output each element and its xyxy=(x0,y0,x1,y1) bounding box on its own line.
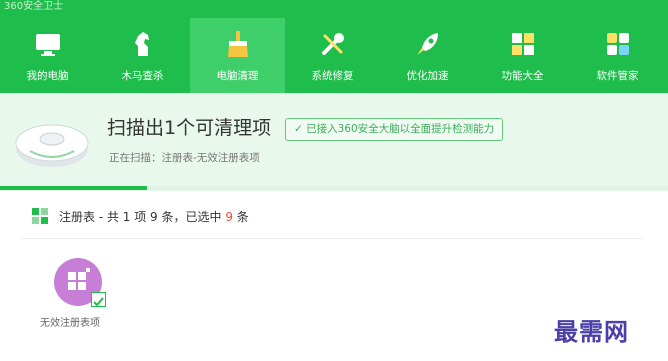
brain-badge[interactable]: ✓ 已接入360安全大脑以全面提升检测能力 xyxy=(285,118,504,141)
nav-software-manager[interactable]: 软件管家 xyxy=(570,18,665,93)
nav-label: 我的电脑 xyxy=(26,70,69,82)
summary-text: 注册表 - 共 1 项 9 条，已选中 9 条 xyxy=(59,208,249,225)
horse-icon xyxy=(134,32,149,56)
nav-trojan-scan[interactable]: 木马查杀 xyxy=(95,18,190,93)
nav-features[interactable]: 功能大全 xyxy=(475,18,570,93)
rocket-icon xyxy=(416,33,438,55)
watermark: 最需网 xyxy=(554,317,629,346)
nav-label: 系统修复 xyxy=(311,70,354,82)
scan-progress-bar xyxy=(0,186,668,190)
broom-icon xyxy=(227,31,248,57)
registry-icon xyxy=(32,208,48,224)
top-navigation-bar: 360安全卫士 我的电脑 木马查杀 电脑清理 系统修复 优化加速 功能大全 软件… xyxy=(0,0,668,93)
nav-label: 优化加速 xyxy=(406,70,449,82)
checkmark-icon xyxy=(93,297,104,307)
summary-suffix: 条 xyxy=(232,210,249,224)
nav-label: 功能大全 xyxy=(501,70,544,82)
shield-check-icon: ✓ xyxy=(294,123,307,135)
item-label: 无效注册表项 xyxy=(40,318,100,329)
main-nav: 我的电脑 木马查杀 电脑清理 系统修复 优化加速 功能大全 软件管家 xyxy=(0,18,668,93)
robot-vacuum-icon xyxy=(15,124,89,167)
grid-icon xyxy=(511,33,534,55)
selected-count: 9 xyxy=(225,210,233,224)
nav-label: 软件管家 xyxy=(596,70,639,82)
nav-my-computer[interactable]: 我的电脑 xyxy=(0,18,95,93)
nav-label: 木马查杀 xyxy=(121,70,164,82)
item-checkbox[interactable] xyxy=(91,292,106,307)
scan-status: 正在扫描：注册表-无效注册表项 xyxy=(109,152,260,164)
monitor-icon xyxy=(35,34,60,56)
scan-panel: 扫描出1个可清理项 ✓ 已接入360安全大脑以全面提升检测能力 正在扫描：注册表… xyxy=(0,93,668,191)
nav-system-repair[interactable]: 系统修复 xyxy=(285,18,380,93)
wrench-icon xyxy=(321,33,344,55)
nav-optimize[interactable]: 优化加速 xyxy=(380,18,475,93)
apps-icon xyxy=(606,33,629,55)
window-title: 360安全卫士 xyxy=(4,1,64,12)
nav-pc-cleanup[interactable]: 电脑清理 xyxy=(190,18,285,93)
scan-progress-fill xyxy=(0,186,147,190)
summary-prefix: 注册表 - 共 1 项 9 条，已选中 xyxy=(59,210,226,224)
invalid-registry-item[interactable]: 无效注册表项 xyxy=(40,258,120,329)
registry-summary-row[interactable]: 注册表 - 共 1 项 9 条，已选中 9 条 xyxy=(0,200,668,234)
nav-label: 电脑清理 xyxy=(216,70,259,82)
brain-badge-text: 已接入360安全大脑以全面提升检测能力 xyxy=(306,123,495,135)
scan-result-title: 扫描出1个可清理项 xyxy=(107,117,272,139)
divider xyxy=(22,238,642,239)
